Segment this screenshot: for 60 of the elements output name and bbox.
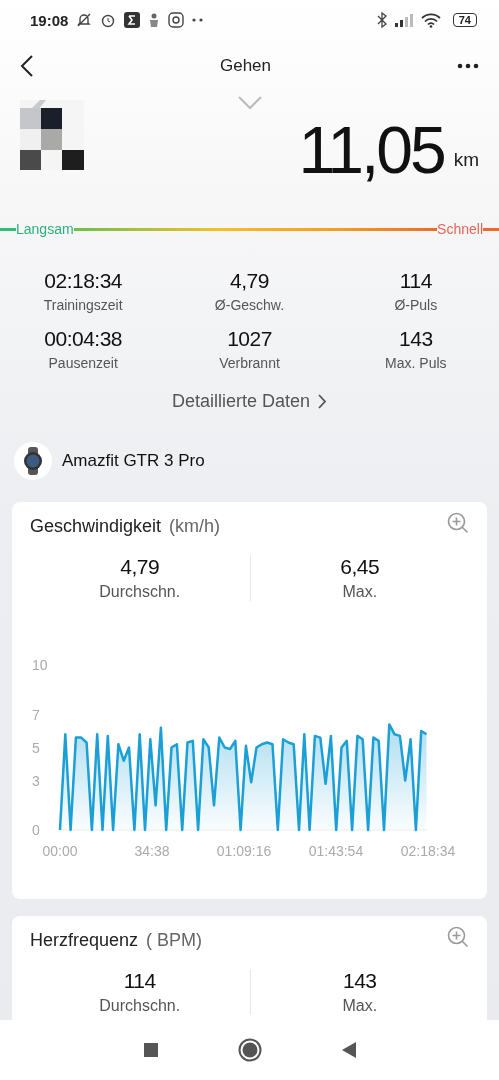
more-icon (457, 63, 479, 69)
home-button[interactable] (237, 1038, 262, 1062)
x-tick-label: 02:18:34 (400, 843, 456, 859)
y-tick-label: 3 (32, 772, 40, 789)
x-tick-label: 01:43:54 (308, 843, 364, 859)
stat-value: 00:04:38 (44, 327, 123, 351)
y-tick-label: 7 (32, 706, 40, 723)
device-name: Amazfit GTR 3 Pro (62, 451, 205, 471)
status-time: 19:08 (30, 11, 69, 29)
stat-label: Verbrannt (219, 355, 280, 371)
signal-icon (394, 13, 413, 27)
battery-level: 74 (452, 13, 477, 27)
stat-label: Max. Puls (385, 355, 447, 371)
y-tick-label: 10 (32, 657, 48, 673)
back-nav-button[interactable] (341, 1042, 356, 1058)
card-unit: ( BPM) (146, 930, 203, 951)
stat-label: Durchschn. (99, 583, 181, 601)
pace-scale-label: Langsam (16, 221, 74, 237)
stat-value: 1027 (227, 327, 272, 351)
pace-scale-label: Schnell (437, 221, 483, 237)
stat-value: 114 (123, 969, 156, 993)
card-title: Geschwindigkeit (30, 516, 162, 537)
camera-icon (168, 12, 185, 28)
watch-icon (14, 442, 52, 480)
more-icon (192, 18, 205, 22)
wifi-icon (420, 12, 441, 28)
stat-value: 6,45 (340, 555, 380, 579)
page-title: Gehen (220, 56, 272, 76)
zoom-in-icon[interactable] (447, 511, 469, 534)
stat-label: Ø-Puls (394, 297, 438, 313)
bell-off-icon (76, 12, 93, 28)
card-unit: (km/h) (169, 516, 221, 537)
card-title: Herzfrequenz (30, 930, 139, 951)
stat-value: 4,79 (120, 555, 160, 579)
back-icon (20, 54, 34, 78)
recents-button[interactable] (143, 1043, 158, 1057)
stat-value: 02:18:34 (44, 269, 123, 293)
stat-label: Pausenzeit (48, 355, 118, 371)
stat-value: 143 (342, 969, 377, 993)
stat-label: Max. (342, 583, 378, 601)
stat-label: Trainingszeit (43, 297, 123, 313)
distance-unit: km (453, 148, 479, 171)
stat-label: Max. (342, 997, 378, 1015)
bluetooth-icon (376, 12, 387, 28)
x-tick-label: 01:09:16 (216, 843, 272, 859)
y-tick-label: 5 (32, 739, 40, 756)
y-tick-label: 0 (32, 822, 40, 838)
stat-value: 114 (399, 269, 432, 293)
sigma-icon (124, 12, 141, 28)
distance-value: 11,05 (298, 111, 444, 188)
stat-label: Durchschn. (99, 997, 181, 1015)
stat-value: 143 (399, 327, 433, 351)
alarm-icon (100, 12, 117, 28)
stat-value: 4,79 (230, 269, 269, 293)
x-tick-label: 00:00 (42, 843, 78, 859)
chevron-right-icon (318, 394, 328, 409)
x-tick-label: 34:38 (134, 843, 170, 859)
stat-label: Ø-Geschw. (214, 297, 285, 313)
zoom-in-icon[interactable] (447, 925, 469, 948)
details-link[interactable]: Detaillierte Daten (171, 391, 328, 412)
